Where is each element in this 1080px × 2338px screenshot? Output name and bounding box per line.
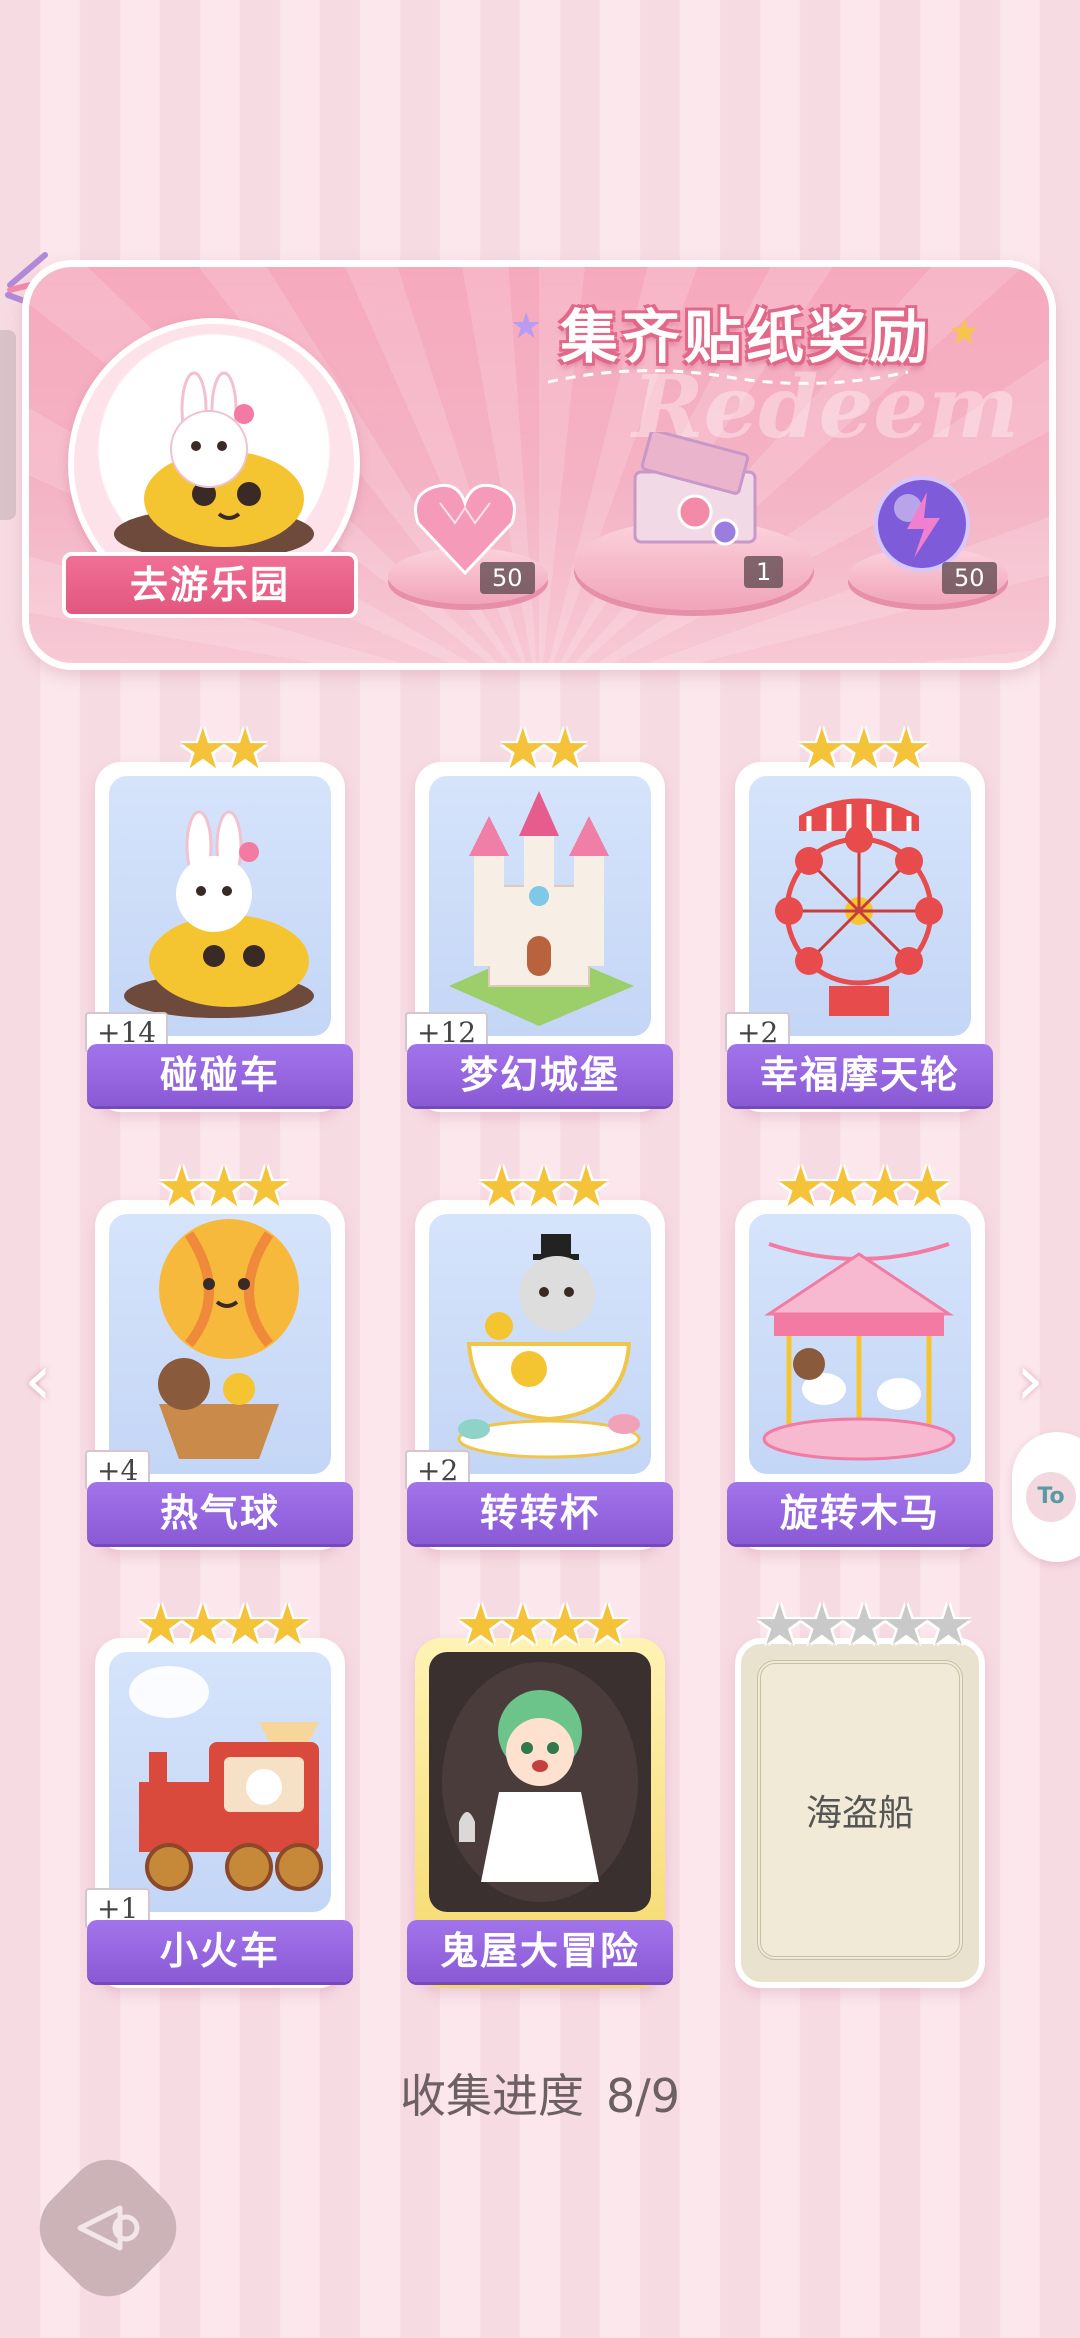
yellow-star-icon: ★ (948, 312, 981, 353)
side-bubble-label: To (1026, 1472, 1076, 1522)
star-rating: ★★ (497, 717, 590, 782)
card-name: 转转杯 (407, 1482, 673, 1544)
star-rating: ★★★ (796, 717, 932, 782)
card-name: 鬼屋大冒险 (407, 1920, 673, 1982)
back-button[interactable] (23, 2143, 193, 2313)
lightning-orb-icon (874, 476, 970, 572)
hot-air-balloon-icon (158, 1219, 299, 1459)
star-rating: ★★★★★ (754, 1593, 973, 1658)
next-page-arrow-icon[interactable]: › (1016, 1340, 1056, 1420)
card-name: 热气球 (87, 1482, 353, 1544)
castle-icon (449, 791, 634, 1026)
star-rating: ★★★★ (775, 1155, 953, 1220)
star-rating: ★★★ (476, 1155, 612, 1220)
sticker-card-hot-air-balloon[interactable]: ★★★ +4 热气球 (85, 1158, 353, 1550)
ferris-wheel-icon (775, 798, 943, 1016)
card-name: 旋转木马 (727, 1482, 993, 1544)
sticker-card-teacup[interactable]: ★★★ +2 转转杯 (405, 1158, 673, 1550)
collection-progress: 收集进度 8/9 (0, 2060, 1080, 2126)
sticker-card-little-train[interactable]: ★★★★ +1 小火车 (85, 1596, 353, 1988)
reward-count-badge: 50 (942, 562, 997, 594)
card-name: 碰碰车 (87, 1044, 353, 1106)
card-name: 梦幻城堡 (407, 1044, 673, 1106)
purple-star-icon: ★ (510, 306, 543, 347)
gift-box-icon (633, 432, 757, 546)
train-icon (129, 1666, 323, 1891)
progress-value: 8/9 (605, 2069, 681, 2123)
card-name: 海盗船 (805, 1793, 914, 1834)
carousel-icon (762, 1242, 956, 1461)
star-rating: ★★★★ (455, 1593, 633, 1658)
card-name: 小火车 (87, 1920, 353, 1982)
dashed-wave-decoration (548, 369, 908, 385)
pirate-ship-icon: 海盗船 (757, 1660, 963, 1960)
haunted-house-icon (442, 1662, 638, 1902)
sticker-card-bumper-car[interactable]: ★★ +14 碰碰车 (85, 720, 353, 1112)
progress-label: 收集进度 (399, 2069, 584, 2123)
sticker-card-pirate-ship-locked[interactable]: 海盗船 ★★★★★ (735, 1596, 985, 1988)
back-arrow-icon (77, 2205, 140, 2251)
left-edge-tab[interactable] (0, 330, 16, 520)
go-to-park-button[interactable]: 去游乐园 (62, 552, 358, 618)
reward-count-badge: 50 (480, 562, 535, 594)
sticker-card-haunted-house[interactable]: ★★★★ 鬼屋大冒险 (407, 1596, 673, 1988)
prev-page-arrow-icon[interactable]: ‹ (24, 1340, 64, 1420)
sticker-card-carousel[interactable]: ★★★★ 旋转木马 (727, 1158, 993, 1550)
bumper-car-icon (124, 810, 314, 1018)
star-rating: ★★★★ (135, 1593, 313, 1658)
card-name: 幸福摩天轮 (727, 1044, 993, 1106)
sticker-card-dream-castle[interactable]: ★★ +12 梦幻城堡 (405, 720, 673, 1112)
star-rating: ★★★ (156, 1155, 292, 1220)
teacup-icon (457, 1234, 641, 1459)
reward-count-badge: 1 (744, 556, 784, 588)
sticker-card-ferris-wheel[interactable]: ★★★ +2 幸福摩天轮 (725, 720, 993, 1112)
side-floating-bubble[interactable]: To (1012, 1432, 1080, 1562)
star-rating: ★★ (177, 717, 270, 782)
